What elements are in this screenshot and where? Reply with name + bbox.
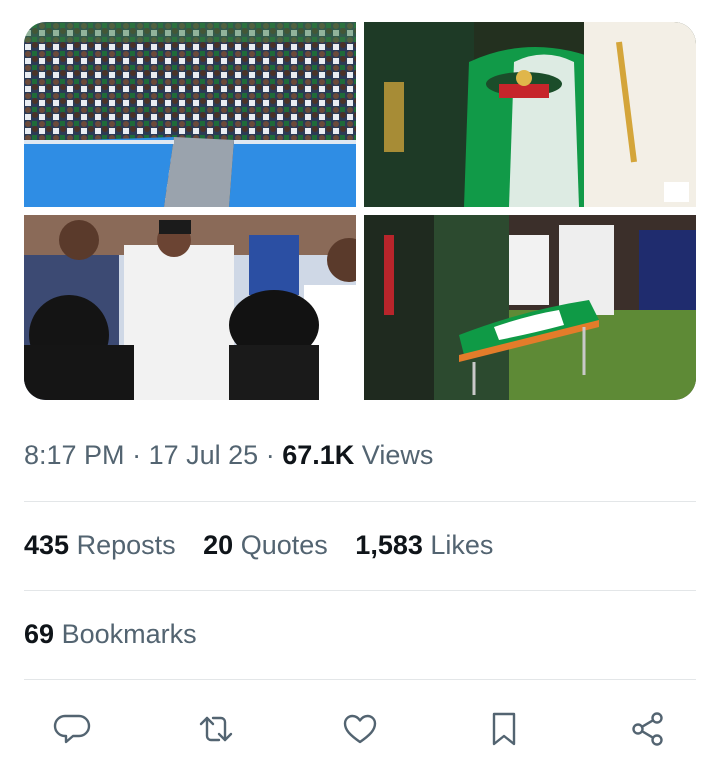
photo-crowd[interactable] [24, 22, 356, 207]
divider [24, 590, 696, 591]
action-bar [0, 705, 720, 753]
reply-icon [53, 714, 91, 744]
bookmarks-stat[interactable]: 69 Bookmarks [24, 619, 197, 650]
bookmarks-count: 69 [24, 619, 55, 649]
divider [24, 679, 696, 680]
repost-icon [199, 716, 233, 742]
photo-casket-cap[interactable] [364, 22, 696, 207]
repost-button[interactable] [192, 705, 240, 753]
quotes-stat[interactable]: 20 Quotes [203, 530, 335, 560]
divider [24, 501, 696, 502]
reply-button[interactable] [48, 705, 96, 753]
photo-dignitaries[interactable] [24, 215, 356, 400]
likes-stat[interactable]: 1,583 Likes [355, 530, 493, 560]
like-icon [343, 714, 377, 744]
tweet-meta: 8:17 PM · 17 Jul 25 · 67.1K Views [24, 440, 433, 471]
share-icon [632, 712, 663, 746]
tweet-date[interactable]: 17 Jul 25 [149, 440, 259, 470]
views-count: 67.1K [282, 440, 355, 470]
reposts-stat[interactable]: 435 Reposts [24, 530, 183, 560]
reposts-label: Reposts [76, 530, 176, 560]
bookmark-button[interactable] [480, 705, 528, 753]
tweet-time[interactable]: 8:17 PM [24, 440, 125, 470]
likes-count: 1,583 [355, 530, 423, 560]
reposts-count: 435 [24, 530, 70, 560]
media-grid [24, 22, 696, 400]
likes-label: Likes [430, 530, 494, 560]
like-button[interactable] [336, 705, 384, 753]
meta-separator: · [132, 440, 142, 470]
photo-casket-stretcher[interactable] [364, 215, 696, 400]
engagement-stats: 435 Reposts 20 Quotes 1,583 Likes [24, 530, 513, 561]
meta-separator: · [265, 440, 275, 470]
bookmark-icon [492, 712, 516, 746]
share-button[interactable] [624, 705, 672, 753]
bookmarks-label: Bookmarks [61, 619, 197, 649]
quotes-label: Quotes [240, 530, 328, 560]
views-label: Views [361, 440, 434, 470]
quotes-count: 20 [203, 530, 234, 560]
